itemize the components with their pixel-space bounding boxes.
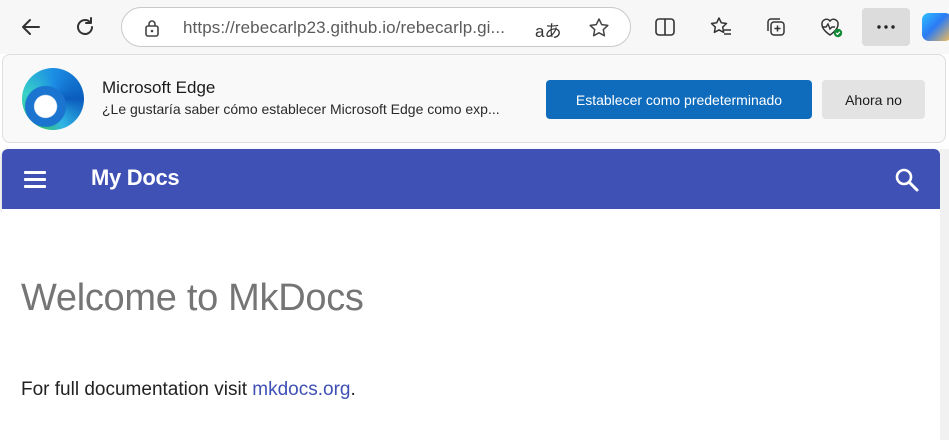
page-title: Welcome to MkDocs (21, 277, 364, 319)
search-icon[interactable] (892, 165, 922, 195)
collections-button[interactable] (759, 8, 793, 46)
infobar-title: Microsoft Edge (102, 78, 216, 97)
back-arrow-icon (22, 19, 40, 35)
favorites-button[interactable] (704, 8, 738, 46)
lock-icon[interactable] (143, 18, 161, 38)
site-title[interactable]: My Docs (91, 165, 180, 191)
favorite-star-icon[interactable] (587, 16, 611, 40)
mkdocs-link[interactable]: mkdocs.org (252, 379, 350, 400)
set-default-button[interactable]: Establecer como predeterminado (546, 80, 812, 119)
address-bar[interactable]: https://rebecarlp23.github.io/rebecarlp.… (121, 7, 631, 47)
url-text[interactable]: https://rebecarlp23.github.io/rebecarlp.… (183, 18, 505, 38)
browser-essentials-button[interactable] (814, 8, 848, 46)
default-browser-infobar: Microsoft Edge ¿Le gustaría saber cómo e… (2, 54, 946, 143)
browser-essentials-icon (821, 18, 843, 38)
more-menu-button[interactable] (862, 8, 910, 46)
paragraph-text: For full documentation visit (21, 379, 253, 400)
menu-icon[interactable] (22, 167, 50, 191)
split-screen-button[interactable] (648, 8, 682, 46)
not-now-button[interactable]: Ahora no (822, 80, 925, 119)
site-header: My Docs (2, 149, 940, 209)
refresh-button[interactable] (68, 8, 102, 46)
split-screen-icon (655, 18, 675, 36)
read-aloud-icon[interactable]: aあ (535, 17, 561, 42)
page-content: Welcome to MkDocs For full documentation… (2, 209, 940, 440)
refresh-icon (77, 17, 93, 35)
copilot-icon[interactable] (922, 13, 949, 41)
scrollbar-track[interactable] (940, 149, 949, 440)
paragraph-period: . (350, 379, 356, 400)
collections-icon (767, 18, 785, 36)
back-button[interactable] (14, 8, 48, 46)
browser-toolbar: https://rebecarlp23.github.io/rebecarlp.… (0, 0, 949, 54)
edge-logo-icon (22, 68, 84, 130)
page-paragraph: For full documentation visit mkdocs.org. (21, 379, 356, 401)
more-icon (877, 25, 895, 29)
infobar-message: ¿Le gustaría saber cómo establecer Micro… (102, 101, 500, 117)
favorites-icon (710, 17, 731, 35)
